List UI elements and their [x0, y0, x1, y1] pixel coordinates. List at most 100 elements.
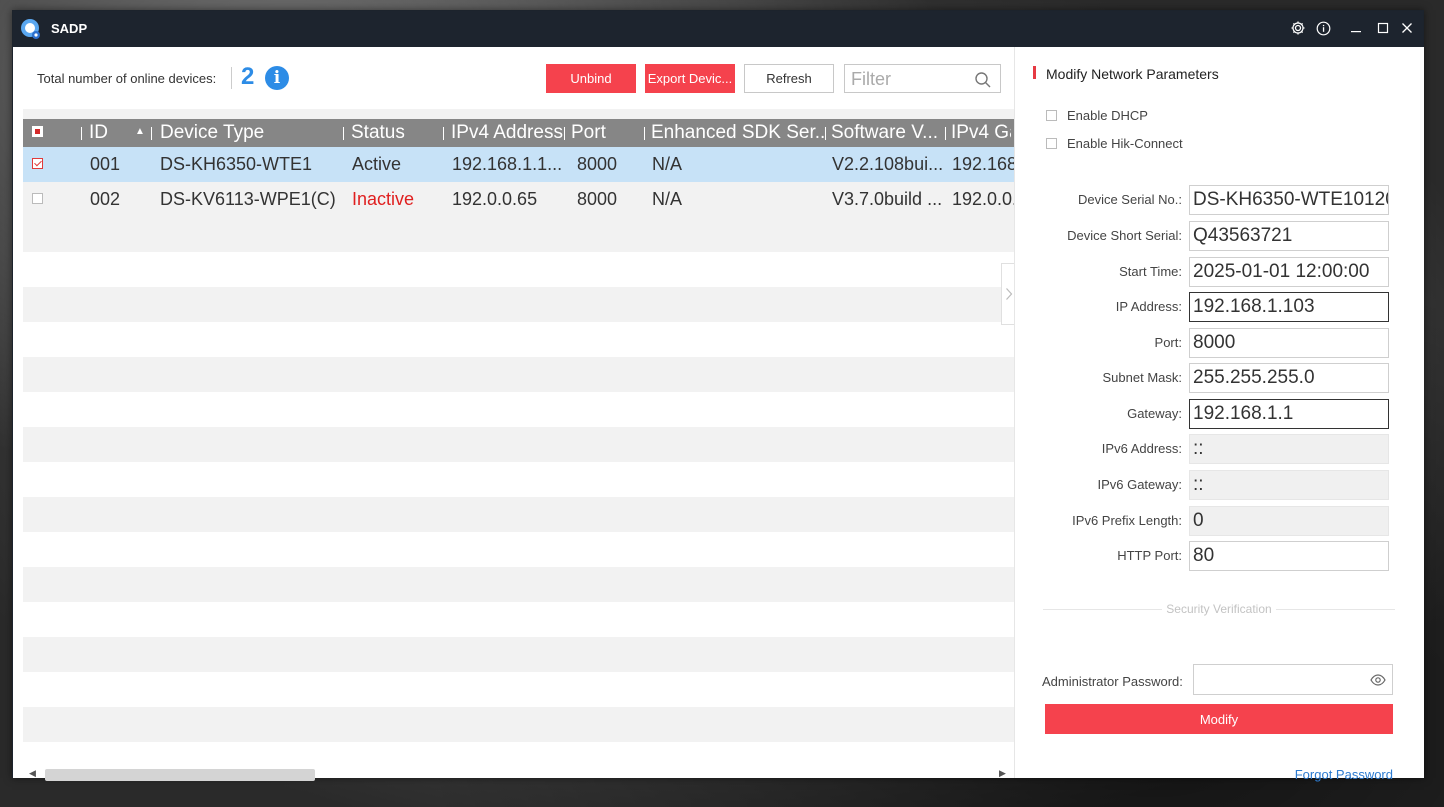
row-checkbox[interactable] — [32, 158, 43, 169]
column-header-device-type[interactable]: Device Type — [160, 119, 340, 147]
cell-status: Inactive — [352, 189, 415, 209]
ipv6-gateway-field[interactable]: :: — [1189, 470, 1389, 500]
cell-ipv4-gateway: 192.0.0. — [952, 189, 1014, 209]
empty-row — [23, 217, 1014, 252]
scroll-left-icon[interactable]: ◀ — [29, 768, 36, 779]
device-table: ID ▲ Device Type Status IPv4 Address Por… — [23, 109, 1014, 766]
close-icon[interactable] — [1398, 19, 1416, 37]
cell-device-type: DS-KV6113-WPE1(C) — [160, 189, 336, 209]
device-short-serial-field[interactable]: Q43563721 — [1189, 221, 1389, 251]
column-header-status[interactable]: Status — [351, 119, 441, 147]
maximize-icon[interactable] — [1374, 19, 1392, 37]
cell-software-version: V3.7.0build ... — [832, 189, 943, 209]
port-label: Port: — [1154, 335, 1182, 350]
device-short-serial-label: Device Short Serial: — [1067, 228, 1182, 243]
enable-hik-connect-checkbox[interactable] — [1046, 138, 1057, 149]
forgot-password-link[interactable]: Forgot Password — [1295, 767, 1393, 782]
empty-row — [23, 637, 1014, 672]
empty-row — [23, 707, 1014, 742]
empty-row — [23, 497, 1014, 532]
ipv6-address-field[interactable]: :: — [1189, 434, 1389, 464]
table-top-band — [23, 109, 1014, 119]
empty-row — [23, 322, 1014, 357]
empty-row — [23, 357, 1014, 392]
column-divider — [81, 127, 82, 140]
table-row[interactable]: 002 DS-KV6113-WPE1(C) Inactive 192.0.0.6… — [23, 182, 1014, 217]
table-header: ID ▲ Device Type Status IPv4 Address Por… — [23, 119, 1014, 147]
start-time-field[interactable]: 2025-01-01 12:00:00 — [1189, 257, 1389, 287]
column-header-port[interactable]: Port — [571, 119, 641, 147]
empty-row — [23, 567, 1014, 602]
modify-button[interactable]: Modify — [1045, 704, 1393, 734]
filter-input[interactable] — [851, 68, 966, 90]
column-divider — [343, 127, 344, 140]
column-divider — [564, 127, 565, 140]
empty-row — [23, 602, 1014, 637]
device-serial-field[interactable]: DS-KH6350-WTE10120 — [1189, 185, 1389, 215]
filter-box — [844, 64, 1001, 93]
online-devices-count: 2 — [241, 63, 255, 90]
refresh-button[interactable]: Refresh — [744, 64, 834, 93]
device-list-pane: Total number of online devices: 2 i Unbi… — [13, 47, 1015, 781]
cell-ipv4: 192.0.0.65 — [452, 189, 538, 209]
info-icon[interactable]: i — [265, 66, 289, 90]
column-divider — [825, 127, 826, 140]
column-header-ipv4-gateway[interactable]: IPv4 Ga — [951, 119, 1011, 147]
search-icon[interactable] — [974, 71, 992, 89]
admin-password-input[interactable] — [1193, 664, 1393, 695]
eye-icon[interactable] — [1370, 673, 1386, 687]
empty-row — [23, 252, 1014, 287]
cell-id: 002 — [90, 189, 121, 209]
empty-row — [23, 392, 1014, 427]
column-header-ipv4[interactable]: IPv4 Address — [451, 119, 564, 147]
column-header-enhanced-sdk[interactable]: Enhanced SDK Ser... — [651, 119, 825, 147]
empty-row — [23, 532, 1014, 567]
app-title: SADP — [51, 21, 88, 36]
about-icon[interactable] — [1314, 19, 1332, 37]
sadp-window: SADP Total number of online devices: 2 i… — [12, 10, 1424, 782]
cell-device-type: DS-KH6350-WTE1 — [160, 154, 313, 174]
cell-ipv4: 192.168.1.1... — [452, 154, 562, 174]
admin-password-label: Administrator Password: — [1042, 674, 1183, 689]
export-devices-button[interactable]: Export Devic... — [645, 64, 735, 93]
ipv6-prefix-length-field[interactable]: 0 — [1189, 506, 1389, 536]
security-verification-text: Security Verification — [1162, 602, 1276, 616]
ip-address-field[interactable]: 192.168.1.103 — [1189, 292, 1389, 322]
title-accent-bar — [1033, 66, 1036, 79]
enable-dhcp-label: Enable DHCP — [1067, 108, 1148, 123]
sort-asc-icon[interactable]: ▲ — [135, 119, 145, 147]
gateway-label: Gateway: — [1127, 406, 1182, 421]
cell-status: Active — [352, 154, 402, 174]
cell-port: 8000 — [577, 154, 618, 174]
minimize-icon[interactable] — [1347, 19, 1365, 37]
title-bar: SADP — [13, 11, 1423, 47]
collapse-panel-tab[interactable] — [1001, 263, 1015, 325]
scroll-right-icon[interactable]: ▶ — [999, 768, 1006, 779]
security-verification-label: Security Verification — [1015, 602, 1423, 616]
scrollbar-thumb[interactable] — [45, 769, 315, 781]
column-divider — [443, 127, 444, 140]
settings-icon[interactable] — [1289, 19, 1307, 37]
online-devices-label: Total number of online devices: — [37, 71, 217, 86]
chevron-right-icon — [1005, 288, 1012, 300]
select-all-checkbox[interactable] — [32, 126, 43, 137]
row-checkbox[interactable] — [32, 193, 43, 204]
column-divider — [644, 127, 645, 140]
gateway-field[interactable]: 192.168.1.1 — [1189, 399, 1389, 429]
start-time-label: Start Time: — [1119, 264, 1182, 279]
http-port-field[interactable]: 80 — [1189, 541, 1389, 571]
ipv6-address-label: IPv6 Address: — [1101, 441, 1182, 456]
enable-dhcp-checkbox[interactable] — [1046, 110, 1057, 121]
empty-row — [23, 672, 1014, 707]
unbind-button[interactable]: Unbind — [546, 64, 636, 93]
enable-hik-connect-label: Enable Hik-Connect — [1067, 136, 1183, 151]
port-field[interactable]: 8000 — [1189, 328, 1389, 358]
cell-software-version: V2.2.108bui... — [832, 154, 944, 174]
subnet-mask-field[interactable]: 255.255.255.0 — [1189, 363, 1389, 393]
http-port-label: HTTP Port: — [1117, 548, 1182, 563]
table-row[interactable]: 001 DS-KH6350-WTE1 Active 192.168.1.1...… — [23, 147, 1014, 182]
column-header-software-version[interactable]: Software V... — [831, 119, 943, 147]
horizontal-scrollbar[interactable]: ◀ ▶ — [23, 768, 1014, 781]
divider — [231, 67, 232, 89]
empty-row — [23, 462, 1014, 497]
